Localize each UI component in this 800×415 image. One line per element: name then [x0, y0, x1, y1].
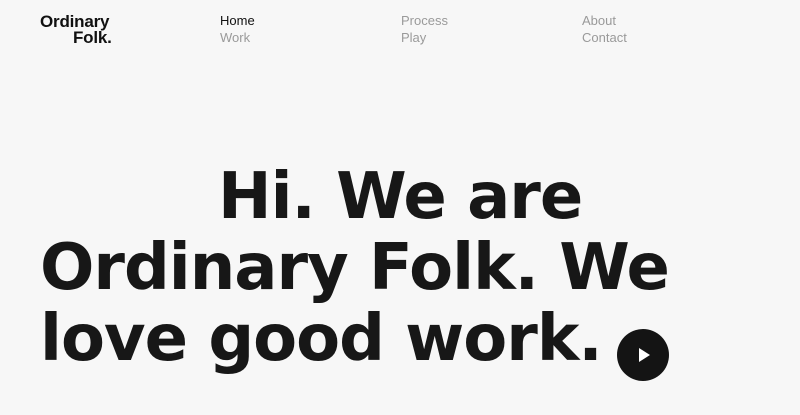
play-video-button[interactable] — [617, 329, 669, 381]
hero-line-1: Hi. We are — [218, 160, 583, 234]
nav-link-about[interactable]: About — [582, 12, 627, 29]
nav-column-3: About Contact — [582, 12, 627, 46]
hero-heading: Hi. We are Ordinary Folk. We love good w… — [40, 162, 780, 375]
nav-column-1: Home Work — [220, 12, 255, 46]
play-icon — [639, 348, 650, 362]
nav-link-home[interactable]: Home — [220, 12, 255, 29]
nav-link-work[interactable]: Work — [220, 29, 255, 46]
hero-line-2: Ordinary Folk. We — [40, 231, 670, 305]
nav-link-contact[interactable]: Contact — [582, 29, 627, 46]
logo-text-folk: Folk. — [73, 28, 112, 47]
logo-link[interactable]: Ordinary Folk. — [40, 13, 120, 47]
nav-column-2: Process Play — [401, 12, 448, 46]
nav-link-process[interactable]: Process — [401, 12, 448, 29]
hero-line-3: love good work. — [40, 302, 603, 376]
nav-link-play[interactable]: Play — [401, 29, 448, 46]
